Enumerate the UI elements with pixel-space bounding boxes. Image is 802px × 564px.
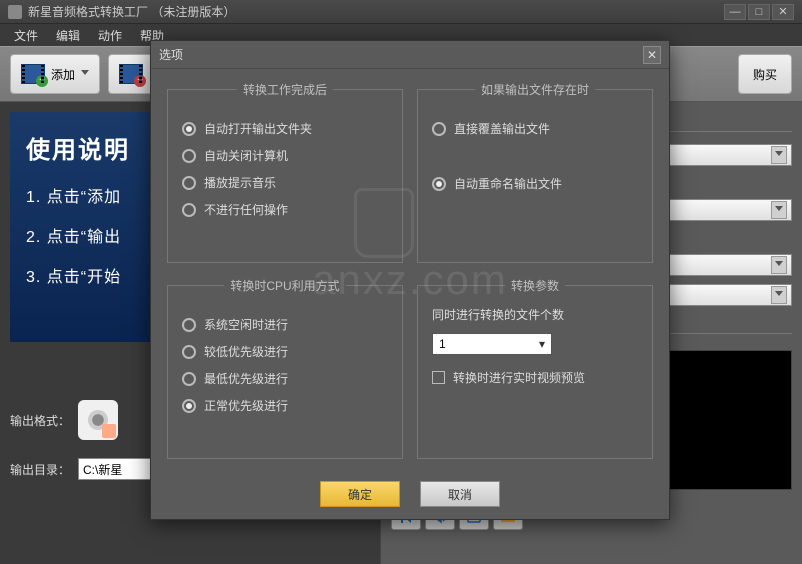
realtime-preview-check[interactable]: 转换时进行实时视频预览 [432,369,638,386]
dialog-title: 选项 [159,46,183,63]
maximize-button[interactable]: □ [748,4,770,20]
radio-do-nothing[interactable]: 不进行任何操作 [182,201,388,218]
cancel-button[interactable]: 取消 [420,481,500,507]
menu-file[interactable]: 文件 [6,25,46,46]
file-exists-group: 如果输出文件存在时 直接覆盖输出文件 自动重命名输出文件 [417,81,653,263]
buy-button-label: 购买 [753,66,777,83]
format-icon[interactable] [78,400,118,440]
film-add-icon: + [21,64,45,84]
after-convert-legend: 转换工作完成后 [237,81,333,98]
film-remove-icon: − [119,64,143,84]
output-format-label: 输出格式： [10,412,70,429]
cpu-mode-legend: 转换时CPU利用方式 [224,277,345,294]
radio-below-normal[interactable]: 较低优先级进行 [182,343,388,360]
file-exists-legend: 如果输出文件存在时 [475,81,595,98]
radio-lowest[interactable]: 最低优先级进行 [182,370,388,387]
output-dir-label: 输出目录： [10,461,70,478]
radio-idle[interactable]: 系统空闲时进行 [182,316,388,333]
after-convert-group: 转换工作完成后 自动打开输出文件夹 自动关闭计算机 播放提示音乐 不进行任何操作 [167,81,403,263]
radio-overwrite[interactable]: 直接覆盖输出文件 [432,120,638,137]
radio-open-folder[interactable]: 自动打开输出文件夹 [182,120,388,137]
cpu-mode-group: 转换时CPU利用方式 系统空闲时进行 较低优先级进行 最低优先级进行 正常优先级… [167,277,403,459]
ok-button[interactable]: 确定 [320,481,400,507]
add-button[interactable]: + 添加 [10,54,100,94]
radio-normal[interactable]: 正常优先级进行 [182,397,388,414]
concurrent-combo[interactable]: 1 ▾ [432,333,552,355]
window-title: 新星音频格式转换工厂 （未注册版本） [28,3,235,20]
dialog-close-button[interactable]: ✕ [643,46,661,64]
menu-edit[interactable]: 编辑 [48,25,88,46]
menu-action[interactable]: 动作 [90,25,130,46]
radio-rename[interactable]: 自动重命名输出文件 [432,175,638,192]
radio-play-sound[interactable]: 播放提示音乐 [182,174,388,191]
convert-params-legend: 转换参数 [505,277,565,294]
remove-button[interactable]: − [108,54,154,94]
minimize-button[interactable]: — [724,4,746,20]
buy-button[interactable]: 购买 [738,54,792,94]
chevron-down-icon [81,70,89,78]
add-button-label: 添加 [51,66,75,83]
convert-params-group: 转换参数 同时进行转换的文件个数 1 ▾ 转换时进行实时视频预览 [417,277,653,459]
concurrent-label: 同时进行转换的文件个数 [432,306,638,323]
titlebar: 新星音频格式转换工厂 （未注册版本） — □ ✕ [0,0,802,24]
app-icon [8,5,22,19]
close-button[interactable]: ✕ [772,4,794,20]
radio-shutdown[interactable]: 自动关闭计算机 [182,147,388,164]
options-dialog: 选项 ✕ 转换工作完成后 自动打开输出文件夹 自动关闭计算机 播放提示音乐 不进… [150,40,670,520]
